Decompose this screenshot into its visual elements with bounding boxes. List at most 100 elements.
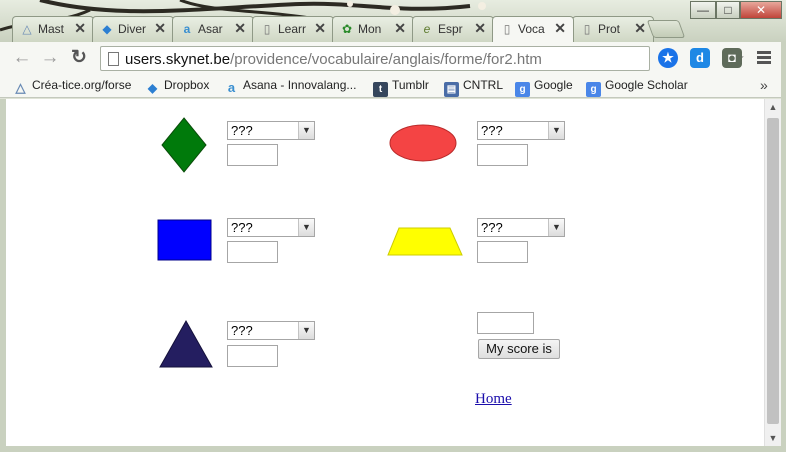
- tab-label: Espr: [438, 22, 463, 36]
- extension-d-icon[interactable]: d: [690, 48, 710, 68]
- score-input[interactable]: [477, 312, 534, 334]
- bookmark-google-scholar[interactable]: g Google Scholar: [586, 78, 688, 97]
- tab-close-icon[interactable]: ✕: [234, 20, 246, 37]
- tab-label: Mon: [358, 22, 382, 36]
- extension-evernote-icon[interactable]: ◘: [722, 48, 742, 68]
- triangle-shape: [159, 319, 213, 368]
- answer-input-trapezoid[interactable]: [477, 241, 528, 263]
- tab-close-icon[interactable]: ✕: [394, 20, 406, 37]
- tab-espr[interactable]: e Espr ✕: [412, 16, 494, 42]
- tumblr-icon: t: [373, 82, 388, 97]
- page-icon: ▯: [263, 22, 271, 36]
- select-value: ???: [231, 123, 253, 138]
- answer-input-ellipse[interactable]: [477, 144, 528, 166]
- shape-select-ellipse[interactable]: ??? ▼: [477, 121, 565, 140]
- menu-icon[interactable]: [757, 51, 771, 66]
- dropbox-icon: ◆: [102, 22, 112, 36]
- bookmark-label: CNTRL: [463, 78, 504, 92]
- answer-input-rectangle[interactable]: [227, 241, 278, 263]
- chevron-down-icon: ▼: [548, 219, 564, 236]
- tab-learn[interactable]: ▯ Learr ✕: [252, 16, 334, 42]
- asana-icon: a: [227, 80, 236, 95]
- tab-label: Learr: [278, 22, 307, 36]
- tab-close-icon[interactable]: ✕: [314, 20, 326, 37]
- asana-icon: a: [183, 22, 191, 36]
- bookmark-cntrl[interactable]: ▤ CNTRL: [444, 78, 503, 97]
- scroll-down-icon[interactable]: ▼: [765, 430, 781, 446]
- page-icon: ▯: [503, 22, 511, 36]
- chevron-down-icon: ▼: [298, 219, 314, 236]
- url-text[interactable]: users.skynet.be/providence/vocabulaire/a…: [125, 51, 542, 68]
- bookmark-label: Créa-tice.org/forse: [32, 78, 132, 92]
- tab-label: Diver: [118, 22, 147, 36]
- maximize-button[interactable]: □: [716, 1, 740, 19]
- answer-input-triangle[interactable]: [227, 345, 278, 367]
- window-frame-right: [781, 42, 786, 452]
- ellipse-shape: [389, 124, 457, 162]
- browser-toolbar: ← → ↻ users.skynet.be/providence/vocabul…: [0, 42, 786, 74]
- back-button[interactable]: ←: [11, 47, 33, 69]
- scroll-up-icon[interactable]: ▲: [765, 99, 781, 115]
- select-value: ???: [481, 220, 503, 235]
- tab-asana[interactable]: a Asar ✕: [172, 16, 254, 42]
- bookmark-asana[interactable]: a Asana - Innovalang...: [224, 78, 357, 95]
- bookmarks-overflow-button[interactable]: »: [760, 77, 768, 93]
- select-value: ???: [481, 123, 503, 138]
- forward-button[interactable]: →: [39, 47, 61, 69]
- shape-select-trapezoid[interactable]: ??? ▼: [477, 218, 565, 237]
- chevron-down-icon: ▼: [298, 322, 314, 339]
- scroll-thumb[interactable]: [767, 118, 779, 424]
- chevron-down-icon: ▼: [298, 122, 314, 139]
- tab-label: Voca: [518, 22, 545, 36]
- vertical-scrollbar[interactable]: ▲ ▼: [764, 99, 781, 446]
- tab-close-icon[interactable]: ✕: [74, 20, 86, 37]
- tab-close-icon[interactable]: ✕: [154, 20, 166, 37]
- cntrl-icon: ▤: [444, 82, 459, 97]
- page-icon: ▯: [583, 22, 591, 36]
- bookmark-dropbox[interactable]: ◆ Dropbox: [145, 78, 209, 96]
- scholar-icon: g: [586, 82, 601, 97]
- tab-prot[interactable]: ▯ Prot ✕: [572, 16, 654, 42]
- my-score-button[interactable]: My score is: [478, 339, 560, 359]
- reload-button[interactable]: ↻: [68, 47, 90, 69]
- page-content: ??? ▼ ??? ▼ ??? ▼ ??? ▼ ??? ▼ My score i…: [6, 99, 764, 446]
- bookmark-label: Dropbox: [164, 78, 210, 92]
- tab-voca[interactable]: ▯ Voca ✕: [492, 16, 574, 42]
- home-link[interactable]: Home: [475, 391, 512, 408]
- triangle-logo-icon: △: [15, 80, 26, 95]
- tab-close-icon[interactable]: ✕: [634, 20, 646, 37]
- window-frame-bottom: [0, 446, 786, 452]
- bookmark-label: Asana - Innovalang...: [243, 78, 357, 92]
- google-icon: g: [515, 82, 530, 97]
- address-bar[interactable]: users.skynet.be/providence/vocabulaire/a…: [100, 46, 745, 71]
- bookmarks-bar: △ Créa-tice.org/forse ◆ Dropbox a Asana - I…: [0, 74, 786, 98]
- dropbox-icon: ◆: [147, 81, 158, 95]
- bookmark-google[interactable]: g Google: [515, 78, 573, 97]
- extension-star-icon[interactable]: ★: [658, 48, 678, 68]
- triangle-logo-icon: △: [22, 22, 32, 36]
- shape-select-rectangle[interactable]: ??? ▼: [227, 218, 315, 237]
- shape-select-triangle[interactable]: ??? ▼: [227, 321, 315, 340]
- shape-select-diamond[interactable]: ??? ▼: [227, 121, 315, 140]
- tab-close-icon[interactable]: ✕: [474, 20, 486, 37]
- tab-mast[interactable]: △ Mast ✕: [12, 16, 94, 42]
- bookmark-label: Google Scholar: [605, 78, 688, 92]
- bookmark-crea-tice[interactable]: △ Créa-tice.org/forse: [13, 78, 132, 95]
- answer-input-diamond[interactable]: [227, 144, 278, 166]
- diamond-shape: [161, 117, 207, 173]
- bookmark-label: Tumblr: [392, 78, 429, 92]
- select-value: ???: [231, 220, 253, 235]
- minimize-button[interactable]: —: [690, 1, 716, 19]
- close-window-button[interactable]: ✕: [740, 1, 782, 19]
- espresso-icon: e: [423, 22, 431, 36]
- tab-diver[interactable]: ◆ Diver ✕: [92, 16, 174, 42]
- tab-close-icon[interactable]: ✕: [554, 20, 566, 37]
- select-value: ???: [231, 323, 253, 338]
- chevron-down-icon: ▼: [548, 122, 564, 139]
- new-tab-button[interactable]: [646, 20, 686, 38]
- tab-label: Mast: [38, 22, 65, 36]
- tab-label: Prot: [598, 22, 621, 36]
- bookmark-tumblr[interactable]: t Tumblr: [373, 78, 429, 97]
- tab-mon[interactable]: ✿ Mon ✕: [332, 16, 414, 42]
- title-bar: △ Mast ✕ ◆ Diver ✕ a Asar ✕ ▯ Learr ✕ ✿ …: [0, 0, 786, 42]
